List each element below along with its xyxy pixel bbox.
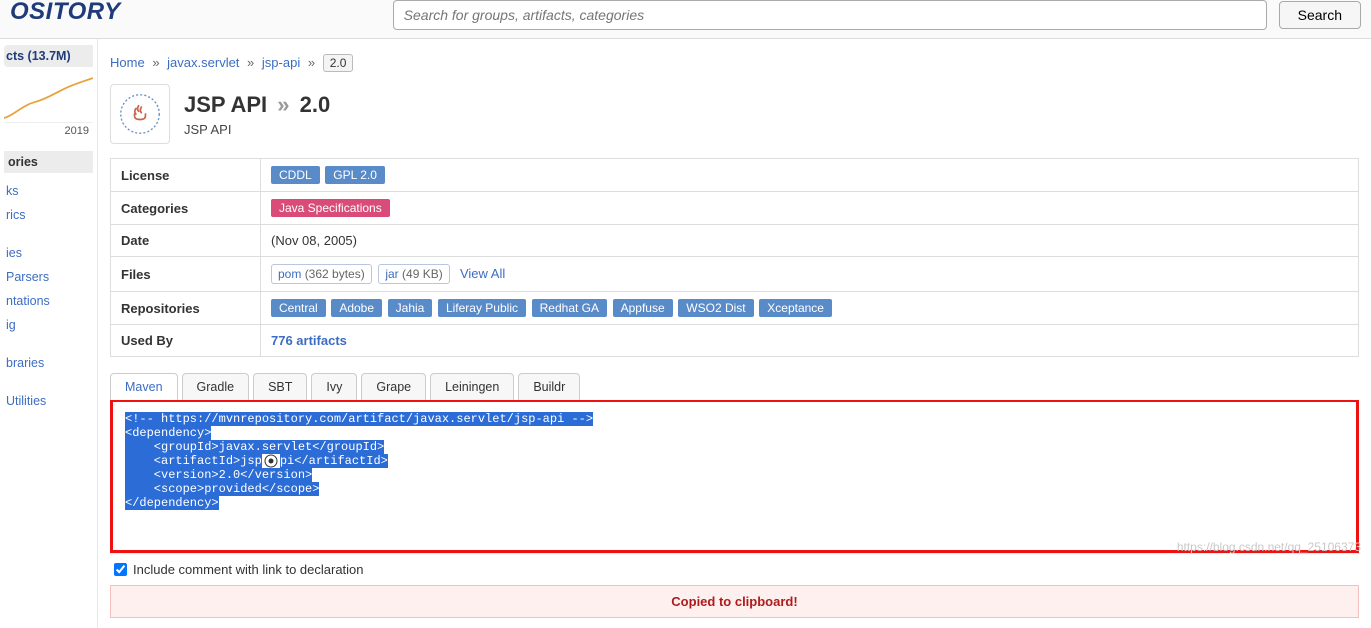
file-pom[interactable]: pom (362 bytes) — [271, 264, 372, 284]
page-subtitle: JSP API — [184, 122, 330, 137]
sidebar-gap — [4, 227, 93, 241]
code-line: <scope>provided</scope> — [125, 482, 319, 496]
metadata-table: License CDDL GPL 2.0 Categories Java Spe… — [110, 158, 1359, 357]
copied-notification: Copied to clipboard! — [110, 585, 1359, 618]
meta-label-files: Files — [111, 257, 261, 292]
tab-ivy[interactable]: Ivy — [311, 373, 357, 400]
artifact-icon — [110, 84, 170, 144]
code-snippet[interactable]: <!-- https://mvnrepository.com/artifact/… — [113, 402, 1356, 550]
page-title: JSP API » 2.0 — [184, 92, 330, 118]
sidebar-gap — [4, 375, 93, 389]
code-line: <dependency> — [125, 426, 211, 440]
sidebar-item[interactable]: Utilities — [4, 389, 93, 413]
sparkline-year: 2019 — [4, 123, 93, 145]
sidebar-item[interactable]: ies — [4, 241, 93, 265]
tab-gradle[interactable]: Gradle — [182, 373, 250, 400]
meta-date: (Nov 08, 2005) — [261, 225, 1359, 257]
file-jar[interactable]: jar (49 KB) — [378, 264, 449, 284]
tab-maven[interactable]: Maven — [110, 373, 178, 400]
sidebar-item[interactable]: ntations — [4, 289, 93, 313]
cursor-icon — [262, 454, 280, 468]
build-tool-tabs: Maven Gradle SBT Ivy Grape Leiningen Bui… — [110, 373, 1359, 400]
repo-tag[interactable]: Xceptance — [759, 299, 832, 317]
meta-label-categories: Categories — [111, 192, 261, 225]
include-comment-checkbox[interactable] — [114, 563, 127, 576]
view-all-files[interactable]: View All — [460, 266, 505, 281]
sidebar-heading: ories — [4, 151, 93, 173]
repo-tag[interactable]: Central — [271, 299, 326, 317]
sidebar-item[interactable]: braries — [4, 351, 93, 375]
repo-tag[interactable]: Liferay Public — [438, 299, 526, 317]
license-tag[interactable]: CDDL — [271, 166, 320, 184]
breadcrumb-sep: » — [148, 55, 163, 70]
sidebar-item[interactable]: ks — [4, 179, 93, 203]
repo-tag[interactable]: Adobe — [331, 299, 382, 317]
sidebar-gap — [4, 337, 93, 351]
breadcrumb-group[interactable]: javax.servlet — [167, 55, 239, 70]
breadcrumb-artifact[interactable]: jsp-api — [262, 55, 300, 70]
breadcrumb-sep: » — [243, 55, 258, 70]
code-line-part: <artifactId>jsp — [125, 454, 262, 468]
meta-label-date: Date — [111, 225, 261, 257]
category-tag[interactable]: Java Specifications — [271, 199, 390, 217]
breadcrumb-sep: » — [304, 55, 319, 70]
code-line: <!-- https://mvnrepository.com/artifact/… — [125, 412, 593, 426]
meta-label-repos: Repositories — [111, 292, 261, 325]
repo-tag[interactable]: WSO2 Dist — [678, 299, 753, 317]
code-line: <groupId>javax.servlet</groupId> — [125, 440, 384, 454]
breadcrumb: Home » javax.servlet » jsp-api » 2.0 — [110, 49, 1359, 84]
sidebar-item[interactable]: ig — [4, 313, 93, 337]
tab-grape[interactable]: Grape — [361, 373, 426, 400]
breadcrumb-version: 2.0 — [323, 54, 354, 72]
sparkline-chart — [4, 73, 93, 123]
repo-tag[interactable]: Jahia — [388, 299, 433, 317]
title-version: 2.0 — [300, 92, 331, 117]
meta-label-license: License — [111, 159, 261, 192]
logo: OSITORY — [10, 0, 121, 24]
sidebar-item[interactable]: rics — [4, 203, 93, 227]
sidebar-stat[interactable]: cts (13.7M) — [4, 45, 93, 67]
search-button[interactable]: Search — [1279, 1, 1361, 29]
tab-leiningen[interactable]: Leiningen — [430, 373, 514, 400]
usedby-link[interactable]: 776 artifacts — [271, 333, 347, 348]
breadcrumb-home[interactable]: Home — [110, 55, 145, 70]
code-line: <version>2.0</version> — [125, 468, 312, 482]
sidebar: cts (13.7M) 2019 ories ks rics ies Parse… — [0, 39, 98, 628]
repo-tag[interactable]: Redhat GA — [532, 299, 607, 317]
tab-buildr[interactable]: Buildr — [518, 373, 580, 400]
title-name: JSP API — [184, 92, 267, 117]
code-line: </dependency> — [125, 496, 219, 510]
repo-tag[interactable]: Appfuse — [613, 299, 673, 317]
code-snippet-highlight: <!-- https://mvnrepository.com/artifact/… — [110, 400, 1359, 553]
code-line-part: pi</artifactId> — [280, 454, 388, 468]
include-comment-label: Include comment with link to declaration — [133, 562, 364, 577]
title-sep: » — [273, 92, 293, 117]
search-input[interactable] — [393, 0, 1267, 30]
meta-label-usedby: Used By — [111, 325, 261, 357]
tab-sbt[interactable]: SBT — [253, 373, 307, 400]
license-tag[interactable]: GPL 2.0 — [325, 166, 385, 184]
sidebar-item[interactable]: Parsers — [4, 265, 93, 289]
